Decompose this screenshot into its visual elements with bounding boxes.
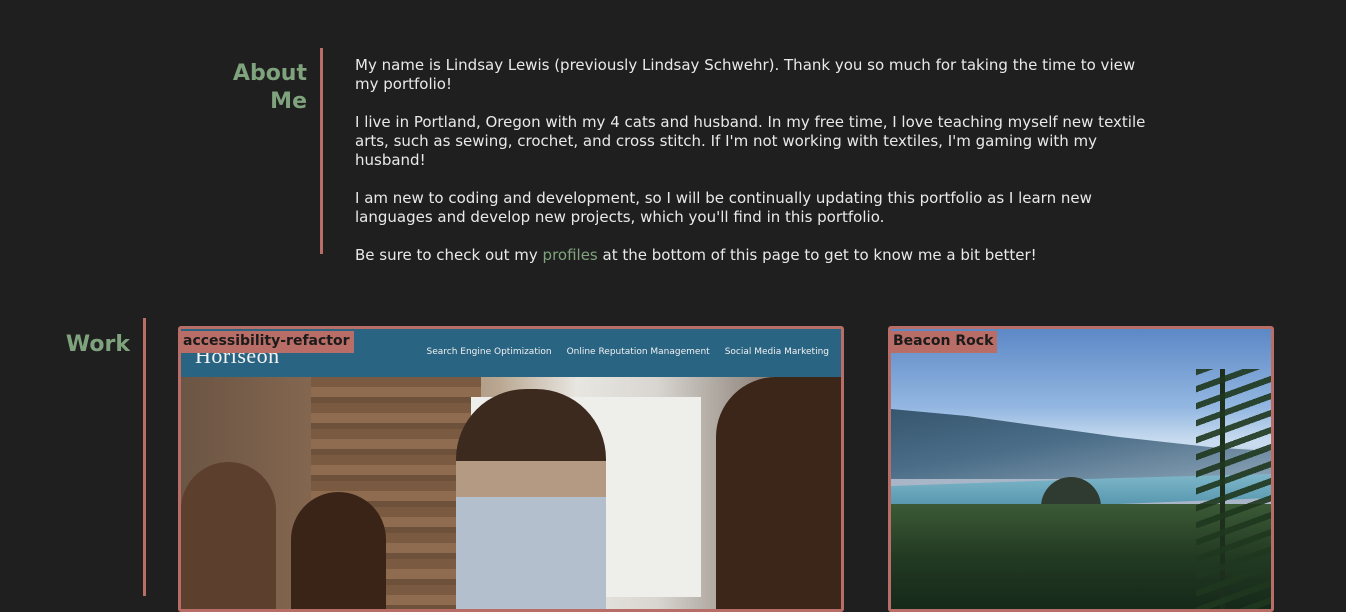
horiseon-nav-item: Social Media Marketing [724, 347, 829, 357]
project-label: Beacon Rock [891, 331, 998, 353]
profiles-link[interactable]: profiles [543, 246, 598, 264]
project-label: accessibility-refactor [181, 331, 354, 353]
about-paragraph-1: My name is Lindsay Lewis (previously Lin… [355, 56, 1136, 93]
about-paragraph-3: I am new to coding and development, so I… [355, 189, 1092, 226]
about-paragraph-2: I live in Portland, Oregon with my 4 cat… [355, 113, 1146, 169]
horiseon-nav: Search Engine Optimization Online Reputa… [427, 347, 830, 357]
horiseon-nav-item: Online Reputation Management [566, 347, 710, 357]
about-heading: About Me [232, 61, 307, 114]
about-section: About Me My name is Lindsay Lewis (previ… [0, 0, 1346, 290]
about-paragraph-4-after: at the bottom of this page to get to kno… [597, 246, 1037, 264]
project-screenshot-photo [181, 377, 841, 609]
about-divider [320, 48, 323, 254]
about-paragraph-4-before: Be sure to check out my [355, 246, 543, 264]
work-divider [143, 318, 146, 596]
project-card-beacon-rock[interactable]: Beacon Rock [888, 326, 1274, 612]
work-heading: Work [65, 332, 130, 357]
about-body: My name is Lindsay Lewis (previously Lin… [355, 56, 1155, 284]
about-paragraph-4: Be sure to check out my profiles at the … [355, 246, 1155, 265]
horiseon-nav-item: Search Engine Optimization [426, 347, 552, 357]
beacon-rock-photo [891, 329, 1271, 609]
project-card-accessibility-refactor[interactable]: accessibility-refactor Horiseon Search E… [178, 326, 844, 612]
